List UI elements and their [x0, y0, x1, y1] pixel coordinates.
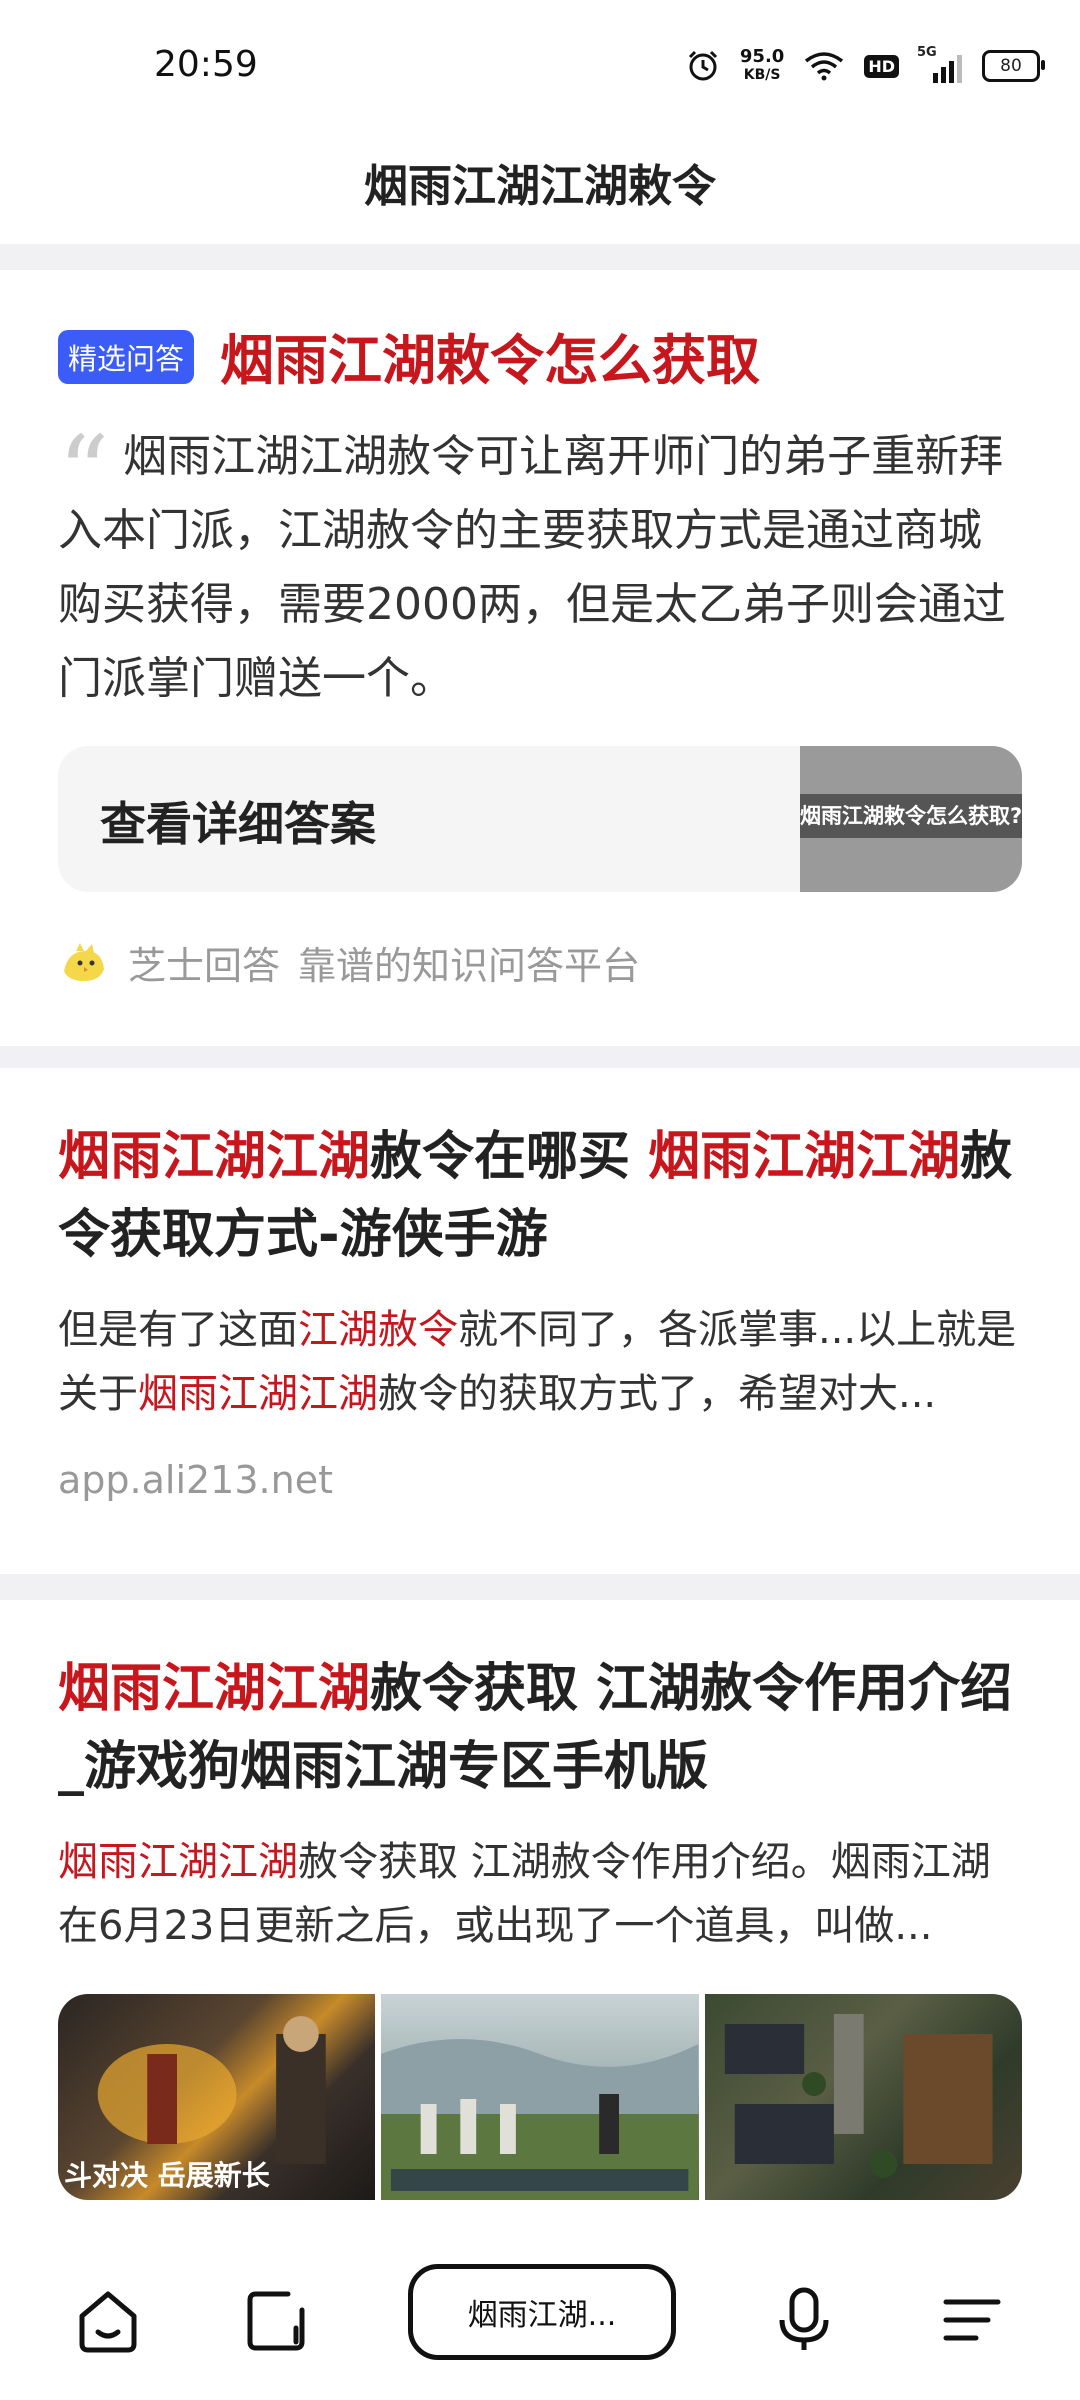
thumbnail-caption: 烟雨江湖敕令怎么获取?: [800, 794, 1022, 838]
bottom-navigation: 烟雨江湖...: [0, 2240, 1080, 2400]
source-slogan: 靠谱的知识问答平台: [298, 944, 641, 988]
detail-thumbnail: 烟雨江湖敕令怎么获取?: [800, 746, 1022, 892]
network-speed: 95.0 KB/S: [739, 46, 785, 84]
signal-icon: 5G: [917, 45, 962, 83]
title-bar: 烟雨江湖江湖敕令: [0, 130, 1080, 244]
status-bar: 20:59 95.0 KB/S HD 5G 80: [0, 0, 1080, 130]
result-title[interactable]: 烟雨江湖江湖赦令获取 江湖赦令作用介绍_游戏狗烟雨江湖专区手机版: [58, 1650, 1022, 1806]
view-detail-label: 查看详细答案: [100, 797, 376, 851]
featured-title[interactable]: 烟雨江湖敕令怎么获取: [220, 316, 760, 395]
zhishi-logo-icon: [64, 942, 104, 981]
tabs-icon[interactable]: [236, 2280, 316, 2360]
home-icon[interactable]: [68, 2280, 148, 2360]
featured-answer-card[interactable]: 精选问答 烟雨江湖敕令怎么获取 “烟雨江湖江湖赦令可让离开师门的弟子重新拜入本门…: [0, 270, 1080, 1046]
search-result-2[interactable]: 烟雨江湖江湖赦令获取 江湖赦令作用介绍_游戏狗烟雨江湖专区手机版 烟雨江湖江湖赦…: [0, 1600, 1080, 2240]
hd-icon: HD: [864, 54, 899, 78]
featured-answer: “烟雨江湖江湖赦令可让离开师门的弟子重新拜入本门派，江湖赦令的主要获取方式是通过…: [58, 414, 1006, 705]
result-url: app.ali213.net: [58, 1458, 333, 1502]
answer-source[interactable]: 芝士回答 靠谱的知识问答平台: [58, 935, 640, 990]
result-title[interactable]: 烟雨江湖江湖赦令在哪买 烟雨江湖江湖赦令获取方式-游侠手游: [58, 1118, 1022, 1274]
featured-badge: 精选问答: [58, 330, 195, 384]
menu-icon[interactable]: [932, 2280, 1012, 2360]
result-image-strip[interactable]: 斗对决 岳展新长: [58, 1994, 1022, 2200]
source-name: 芝士回答: [128, 944, 281, 988]
battery-icon: 80: [982, 50, 1045, 82]
view-detail-button[interactable]: 查看详细答案 烟雨江湖敕令怎么获取?: [58, 746, 1022, 892]
result-snippet: 但是有了这面江湖赦令就不同了，各派掌事...以上就是关于烟雨江湖江湖赦令的获取方…: [58, 1307, 1017, 1417]
search-box[interactable]: 烟雨江湖...: [408, 2264, 676, 2360]
result-snippet: 烟雨江湖江湖赦令获取 江湖赦令作用介绍。烟雨江湖在6月23日更新之后，或出现了一…: [58, 1839, 991, 1949]
status-time: 20:59: [154, 44, 258, 85]
result-image-3[interactable]: [704, 1994, 1022, 2200]
town-map-illustration: [724, 2014, 993, 2178]
wifi-icon: [805, 52, 844, 81]
page-title: 烟雨江湖江湖敕令: [364, 161, 716, 212]
alarm-icon: [688, 50, 717, 81]
team-scene-illustration: [381, 2039, 699, 2200]
result-image-2[interactable]: [381, 1994, 699, 2200]
status-icons: 95.0 KB/S HD 5G 80: [686, 45, 1045, 86]
microphone-icon[interactable]: [764, 2280, 844, 2360]
search-result-1[interactable]: 烟雨江湖江湖赦令在哪买 烟雨江湖江湖赦令获取方式-游侠手游 但是有了这面江湖赦令…: [0, 1068, 1080, 1574]
image-caption: 斗对决 岳展新长: [64, 2159, 270, 2192]
result-image-1[interactable]: 斗对决 岳展新长: [58, 1994, 376, 2200]
